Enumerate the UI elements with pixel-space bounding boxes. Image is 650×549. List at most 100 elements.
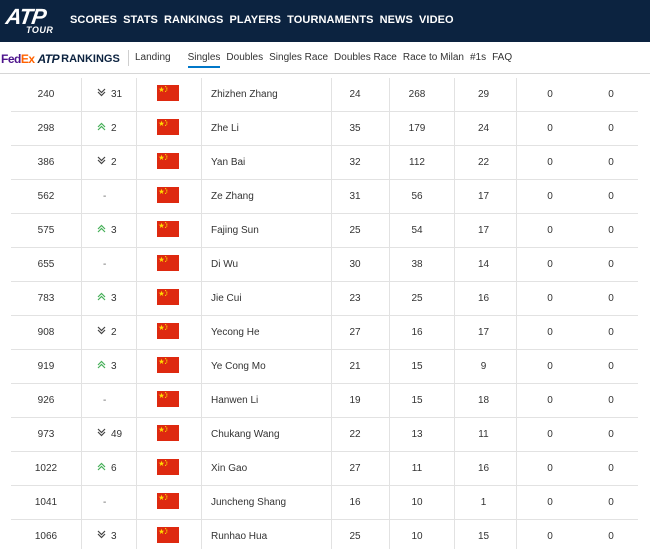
nav-stats[interactable]: STATS [123, 14, 158, 26]
next-best-cell: 0 [608, 293, 614, 304]
tournaments-played-cell: 17 [477, 225, 490, 236]
column-divider [81, 418, 82, 452]
points-cell: 25 [411, 293, 423, 304]
player-name[interactable]: Zhe Li [211, 112, 331, 146]
rank-cell: 298 [37, 123, 55, 134]
table-row[interactable]: 1041 - Juncheng Shang 16 10 1 0 0 [11, 486, 638, 520]
player-name[interactable]: Yan Bai [211, 146, 331, 180]
rank-movement: - [95, 384, 143, 418]
movement-value: 3 [111, 531, 117, 542]
player-name[interactable]: Fajing Sun [211, 214, 331, 248]
movement-value: 3 [111, 225, 117, 236]
rank-cell: 1022 [34, 463, 58, 474]
tab-singles[interactable]: Singles [187, 52, 221, 68]
player-name[interactable]: Yecong He [211, 316, 331, 350]
column-divider [389, 486, 390, 520]
player-name[interactable]: Xin Gao [211, 452, 331, 486]
tab-number-ones[interactable]: #1s [470, 52, 486, 68]
nav-players[interactable]: PLAYERS [229, 14, 281, 26]
rank-cell: 386 [37, 157, 55, 168]
column-divider [389, 452, 390, 486]
table-row[interactable]: 926 - Hanwen Li 19 15 18 0 0 [11, 384, 638, 418]
column-divider [81, 282, 82, 316]
table-row[interactable]: 386 2 Yan Bai 32 112 22 0 0 [11, 146, 638, 180]
column-divider [81, 146, 82, 180]
table-row[interactable]: 240 31 Zhizhen Zhang 24 268 29 0 0 [11, 78, 638, 112]
age-cell: 22 [349, 429, 361, 440]
movement-value: 3 [111, 293, 117, 304]
points-cell: 38 [411, 259, 423, 270]
column-divider [389, 282, 390, 316]
nav-rankings[interactable]: RANKINGS [164, 14, 223, 26]
tournaments-played-cell: 16 [477, 463, 490, 474]
rank-down-icon [95, 520, 107, 549]
table-row[interactable]: 783 3 Jie Cui 23 25 16 0 0 [11, 282, 638, 316]
player-name[interactable]: Ze Zhang [211, 180, 331, 214]
player-name[interactable]: Jie Cui [211, 282, 331, 316]
player-name[interactable]: Zhizhen Zhang [211, 78, 331, 112]
age-cell: 25 [349, 225, 361, 236]
table-row[interactable]: 655 - Di Wu 30 38 14 0 0 [11, 248, 638, 282]
player-name[interactable]: Di Wu [211, 248, 331, 282]
column-divider [516, 112, 517, 146]
column-divider [81, 452, 82, 486]
table-row[interactable]: 562 - Ze Zhang 31 56 17 0 0 [11, 180, 638, 214]
points-dropping-cell: 0 [547, 361, 553, 372]
china-flag-icon [157, 527, 179, 543]
column-divider [201, 452, 202, 486]
nav-news[interactable]: NEWS [380, 14, 413, 26]
player-name[interactable]: Runhao Hua [211, 520, 331, 549]
china-flag-icon [157, 221, 179, 237]
column-divider [201, 282, 202, 316]
top-nav-bar: ATP TOUR SCORES STATS RANKINGS PLAYERS T… [0, 0, 650, 42]
rank-up-icon [95, 452, 107, 486]
column-divider [81, 180, 82, 214]
column-divider [201, 180, 202, 214]
column-divider [81, 248, 82, 282]
rank-movement: 3 [95, 520, 143, 549]
column-divider [201, 248, 202, 282]
tab-singles-race[interactable]: Singles Race [269, 52, 328, 68]
player-name[interactable]: Hanwen Li [211, 384, 331, 418]
rank-movement: 3 [95, 282, 143, 316]
nav-scores[interactable]: SCORES [70, 14, 117, 26]
rank-up-icon [95, 112, 107, 146]
column-divider [516, 350, 517, 384]
table-row[interactable]: 1066 3 Runhao Hua 25 10 15 0 0 [11, 520, 638, 549]
table-row[interactable]: 908 2 Yecong He 27 16 17 0 0 [11, 316, 638, 350]
tournaments-played-cell: 18 [477, 395, 490, 406]
fedex-atp-rankings-logo[interactable]: FedEx ATP RANKINGS [1, 52, 120, 66]
rank-movement: 3 [95, 214, 143, 248]
table-row[interactable]: 919 3 Ye Cong Mo 21 15 9 0 0 [11, 350, 638, 384]
column-divider [389, 146, 390, 180]
nav-video[interactable]: VIDEO [419, 14, 454, 26]
points-dropping-cell: 0 [547, 123, 553, 134]
tab-faq[interactable]: FAQ [492, 52, 512, 68]
rank-cell: 240 [37, 89, 55, 100]
points-cell: 268 [408, 89, 426, 100]
movement-value: 49 [111, 429, 123, 440]
player-name[interactable]: Chukang Wang [211, 418, 331, 452]
table-row[interactable]: 298 2 Zhe Li 35 179 24 0 0 [11, 112, 638, 146]
table-row[interactable]: 973 49 Chukang Wang 22 13 11 0 0 [11, 418, 638, 452]
tab-race-to-milan[interactable]: Race to Milan [403, 52, 464, 68]
points-dropping-cell: 0 [547, 395, 553, 406]
atp-tour-logo[interactable]: ATP TOUR [4, 4, 60, 36]
china-flag-icon [157, 323, 179, 339]
nav-tournaments[interactable]: TOURNAMENTS [287, 14, 373, 26]
tab-doubles[interactable]: Doubles [226, 52, 263, 68]
tab-doubles-race[interactable]: Doubles Race [334, 52, 397, 68]
logo-subtext: TOUR [26, 25, 54, 35]
player-name[interactable]: Ye Cong Mo [211, 350, 331, 384]
age-cell: 21 [349, 361, 361, 372]
points-dropping-cell: 0 [547, 191, 553, 202]
china-flag-icon [157, 153, 179, 169]
column-divider [454, 418, 455, 452]
table-row[interactable]: 575 3 Fajing Sun 25 54 17 0 0 [11, 214, 638, 248]
table-row[interactable]: 1022 6 Xin Gao 27 11 16 0 0 [11, 452, 638, 486]
player-name[interactable]: Juncheng Shang [211, 486, 331, 520]
points-cell: 11 [411, 463, 423, 474]
column-divider [454, 180, 455, 214]
tab-spacer [177, 52, 182, 68]
tab-landing[interactable]: Landing [135, 52, 171, 68]
